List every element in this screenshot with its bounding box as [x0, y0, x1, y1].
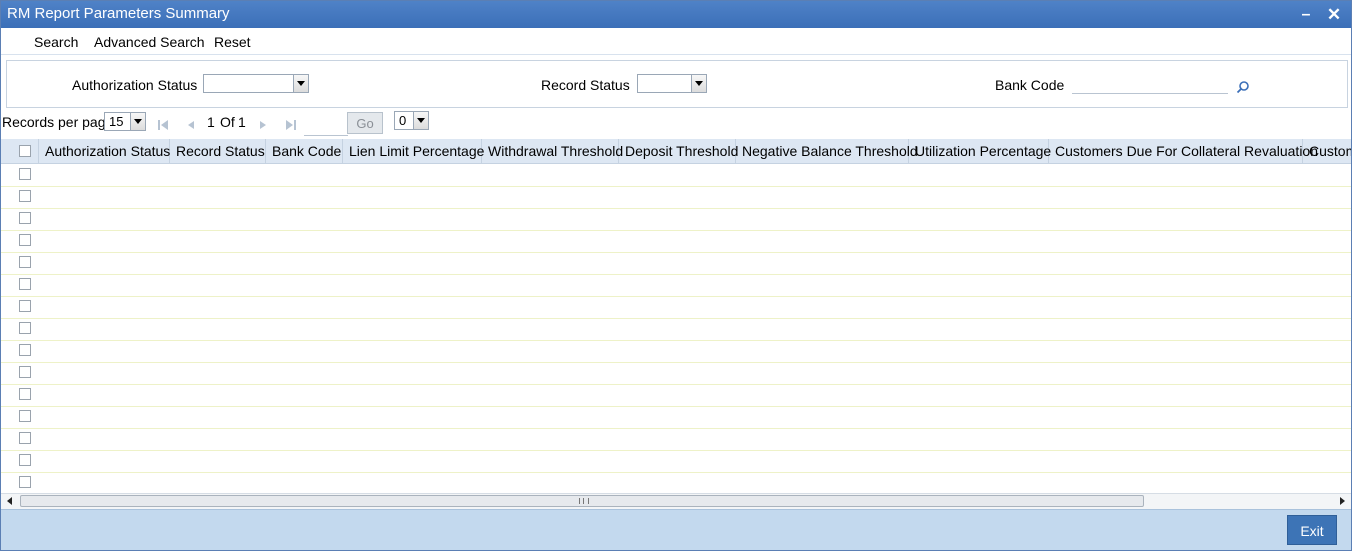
horizontal-scrollbar[interactable]: [1, 493, 1351, 509]
table-row[interactable]: [1, 186, 1351, 209]
column-header[interactable]: Custom: [1303, 139, 1351, 163]
column-header[interactable]: Bank Code: [266, 139, 343, 163]
table-row[interactable]: [1, 318, 1351, 341]
table-row[interactable]: [1, 252, 1351, 275]
bank-code-input[interactable]: [1072, 74, 1228, 94]
toolbar: Search Advanced Search Reset: [1, 28, 1351, 55]
scrollbar-thumb[interactable]: [20, 495, 1144, 507]
records-per-page-label: Records per page: [2, 114, 114, 130]
authorization-status-label: Authorization Status: [72, 77, 198, 93]
page-select[interactable]: 0: [394, 111, 429, 130]
scroll-left-icon[interactable]: [7, 497, 12, 505]
pagination-bar: Records per page 15 1 Of 1 Go 0: [1, 109, 1351, 137]
header-select-cell: [1, 139, 39, 163]
column-header[interactable]: Lien Limit Percentage: [343, 139, 484, 163]
row-checkbox[interactable]: [19, 476, 31, 488]
row-checkbox[interactable]: [19, 256, 31, 268]
window-title: RM Report Parameters Summary: [7, 5, 230, 22]
column-header[interactable]: Customers Due For Collateral Revaluation: [1049, 139, 1318, 163]
row-checkbox[interactable]: [19, 322, 31, 334]
title-bar: RM Report Parameters Summary – ✕: [1, 1, 1351, 28]
table-row[interactable]: [1, 274, 1351, 297]
row-checkbox[interactable]: [19, 454, 31, 466]
column-header[interactable]: Withdrawal Threshold: [482, 139, 623, 163]
next-page-icon[interactable]: [257, 119, 269, 131]
column-header[interactable]: Deposit Threshold: [619, 139, 738, 163]
of-label: Of: [220, 114, 235, 130]
page-select-value: 0: [399, 113, 407, 128]
summary-window: RM Report Parameters Summary – ✕ Search …: [0, 0, 1352, 551]
table-row[interactable]: [1, 296, 1351, 319]
records-per-page-value: 15: [109, 114, 124, 129]
authorization-status-select[interactable]: [203, 74, 309, 93]
table-row[interactable]: [1, 362, 1351, 385]
chevron-down-icon: [413, 112, 428, 129]
chevron-down-icon: [293, 75, 308, 92]
row-checkbox[interactable]: [19, 234, 31, 246]
row-checkbox[interactable]: [19, 278, 31, 290]
chevron-down-icon: [130, 113, 145, 130]
row-checkbox[interactable]: [19, 432, 31, 444]
reset-button[interactable]: Reset: [214, 34, 251, 50]
row-checkbox[interactable]: [19, 168, 31, 180]
row-checkbox[interactable]: [19, 388, 31, 400]
page-number-input[interactable]: [304, 114, 348, 136]
go-button[interactable]: Go: [347, 112, 383, 134]
column-header[interactable]: Negative Balance Threshold: [736, 139, 918, 163]
column-header[interactable]: Authorization Status: [39, 139, 170, 163]
record-status-select[interactable]: [637, 74, 707, 93]
last-page-icon[interactable]: [285, 119, 297, 131]
row-checkbox[interactable]: [19, 300, 31, 312]
table-row[interactable]: [1, 472, 1351, 493]
table-row[interactable]: [1, 164, 1351, 187]
bank-code-label: Bank Code: [995, 77, 1065, 93]
row-checkbox[interactable]: [19, 190, 31, 202]
table-row[interactable]: [1, 340, 1351, 363]
row-checkbox[interactable]: [19, 212, 31, 224]
table-row[interactable]: [1, 384, 1351, 407]
column-header[interactable]: Record Status: [170, 139, 266, 163]
search-criteria-panel: Authorization Status Record Status Bank …: [6, 60, 1348, 108]
advanced-search-button[interactable]: Advanced Search: [94, 34, 205, 50]
exit-button[interactable]: Exit: [1287, 515, 1337, 545]
table-row[interactable]: [1, 450, 1351, 473]
grid-header: Authorization Status Record Status Bank …: [1, 139, 1351, 164]
row-checkbox[interactable]: [19, 366, 31, 378]
current-page: 1: [207, 114, 215, 130]
records-per-page-select[interactable]: 15: [104, 112, 146, 131]
total-pages: 1: [238, 114, 246, 130]
scroll-right-icon[interactable]: [1340, 497, 1345, 505]
chevron-down-icon: [691, 75, 706, 92]
record-status-label: Record Status: [541, 77, 630, 93]
table-row[interactable]: [1, 230, 1351, 253]
row-checkbox[interactable]: [19, 344, 31, 356]
results-grid: Authorization Status Record Status Bank …: [1, 139, 1351, 493]
search-button[interactable]: Search: [34, 34, 78, 50]
table-row[interactable]: [1, 208, 1351, 231]
table-row[interactable]: [1, 428, 1351, 451]
search-icon[interactable]: [1236, 80, 1250, 94]
grip-icon: [579, 498, 589, 504]
column-header[interactable]: Utilization Percentage: [909, 139, 1051, 163]
row-checkbox[interactable]: [19, 410, 31, 422]
prev-page-icon[interactable]: [185, 119, 197, 131]
footer-bar: Exit: [1, 509, 1351, 550]
first-page-icon[interactable]: [157, 119, 169, 131]
minimize-icon[interactable]: –: [1295, 4, 1317, 26]
table-row[interactable]: [1, 406, 1351, 429]
close-icon[interactable]: ✕: [1323, 4, 1345, 26]
